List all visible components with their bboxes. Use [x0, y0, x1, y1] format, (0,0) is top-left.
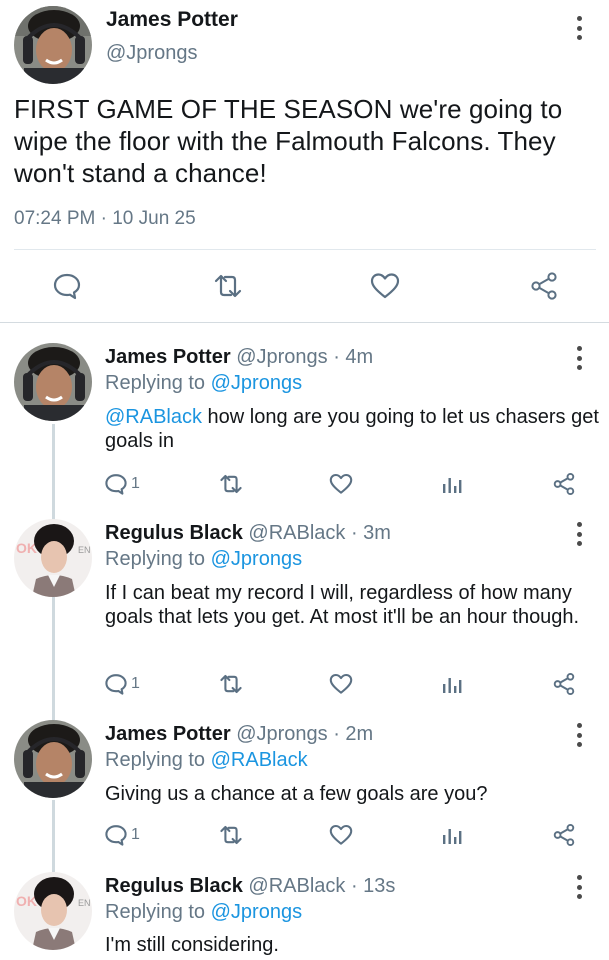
tweet-text: FIRST GAME OF THE SEASON we're going to … — [14, 94, 563, 188]
share-icon[interactable] — [551, 822, 577, 848]
reply-icon[interactable]: 1 — [104, 671, 140, 697]
reply-text: If I can beat my record I will, regardle… — [105, 582, 580, 628]
author-handle[interactable]: @RABlack — [248, 522, 345, 544]
author-handle[interactable]: @Jprongs — [236, 723, 327, 745]
svg-text:OK: OK — [16, 893, 37, 909]
like-icon[interactable] — [368, 270, 402, 302]
retweet-icon[interactable] — [217, 822, 245, 848]
share-icon[interactable] — [551, 471, 577, 497]
avatar[interactable] — [14, 720, 92, 798]
svg-text:EN: EN — [78, 545, 91, 555]
share-icon[interactable] — [551, 671, 577, 697]
reply-count: 1 — [131, 475, 140, 492]
tweet-thread-page: James Potter @Jprongs FIRST GAME OF THE … — [0, 0, 609, 960]
replying-to: Replying to @Jprongs — [105, 901, 302, 924]
replying-to: Replying to @Jprongs — [105, 372, 302, 395]
author-name[interactable]: James Potter — [106, 8, 238, 32]
reply-time: · 4m — [333, 346, 374, 368]
reply-header: James Potter @Jprongs · 4m — [105, 346, 373, 369]
reply-text: Giving us a chance at a few goals are yo… — [105, 783, 488, 805]
reply-text: I'm still considering. — [105, 934, 279, 956]
reply-header: Regulus Black @RABlack · 3m — [105, 522, 391, 545]
analytics-icon[interactable] — [441, 471, 463, 497]
svg-text:EN: EN — [78, 898, 91, 908]
author-handle[interactable]: @Jprongs — [236, 346, 327, 368]
replying-to: Replying to @Jprongs — [105, 548, 302, 571]
svg-text:OK: OK — [16, 540, 37, 556]
avatar[interactable] — [14, 343, 92, 421]
author-name[interactable]: Regulus Black — [105, 522, 243, 544]
mention-link[interactable]: @RABlack — [105, 406, 202, 428]
more-options-icon[interactable] — [574, 875, 584, 899]
reply-count: 1 — [131, 826, 140, 843]
share-icon[interactable] — [527, 270, 561, 302]
reply-count: 1 — [131, 675, 140, 692]
like-icon[interactable] — [328, 671, 354, 697]
reply-time: · 3m — [350, 522, 391, 544]
reply-icon[interactable]: 1 — [104, 471, 140, 497]
replying-to: Replying to @RABlack — [105, 749, 308, 772]
avatar[interactable] — [14, 6, 92, 84]
reply-text: @RABlack how long are you going to let u… — [105, 405, 600, 453]
replying-to-label: Replying to — [105, 372, 211, 394]
reply-icon[interactable] — [50, 270, 84, 302]
analytics-icon[interactable] — [441, 671, 463, 697]
author-handle[interactable]: @Jprongs — [106, 42, 197, 65]
like-icon[interactable] — [328, 822, 354, 848]
retweet-icon[interactable] — [217, 471, 245, 497]
divider — [14, 249, 596, 250]
replying-to-mention[interactable]: @Jprongs — [211, 548, 302, 570]
avatar[interactable]: OK EN — [14, 872, 92, 950]
reply-time: · 13s — [350, 875, 396, 897]
replying-to-label: Replying to — [105, 548, 211, 570]
author-name[interactable]: Regulus Black — [105, 875, 243, 897]
more-options-icon[interactable] — [574, 16, 584, 40]
divider — [0, 322, 609, 323]
reply-time: · 2m — [333, 723, 374, 745]
author-name[interactable]: James Potter — [105, 723, 231, 745]
retweet-icon[interactable] — [210, 270, 246, 302]
retweet-icon[interactable] — [217, 671, 245, 697]
more-options-icon[interactable] — [574, 723, 584, 747]
more-options-icon[interactable] — [574, 522, 584, 546]
reply-header: James Potter @Jprongs · 2m — [105, 723, 373, 746]
replying-to-mention[interactable]: @Jprongs — [211, 372, 302, 394]
analytics-icon[interactable] — [441, 822, 463, 848]
author-name[interactable]: James Potter — [105, 346, 231, 368]
like-icon[interactable] — [328, 471, 354, 497]
tweet-timestamp: 07:24 PM · 10 Jun 25 — [14, 208, 196, 229]
replying-to-mention[interactable]: @Jprongs — [211, 901, 302, 923]
reply-header: Regulus Black @RABlack · 13s — [105, 875, 395, 898]
replying-to-label: Replying to — [105, 901, 211, 923]
avatar[interactable]: OK EN — [14, 519, 92, 597]
replying-to-label: Replying to — [105, 749, 211, 771]
thread-line — [52, 800, 55, 872]
author-handle[interactable]: @RABlack — [248, 875, 345, 897]
more-options-icon[interactable] — [574, 346, 584, 370]
reply-icon[interactable]: 1 — [104, 822, 140, 848]
replying-to-mention[interactable]: @RABlack — [211, 749, 308, 771]
